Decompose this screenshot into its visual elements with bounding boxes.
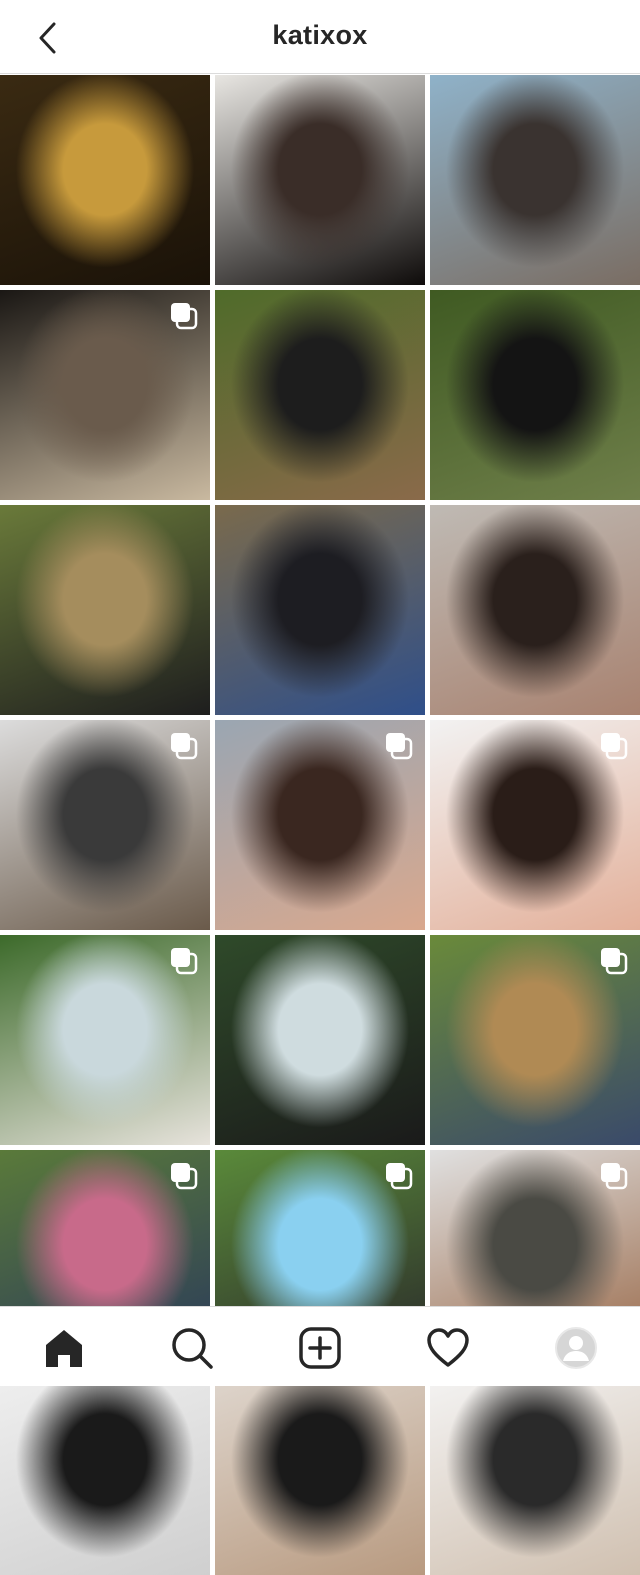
search-icon — [172, 1328, 213, 1369]
carousel-icon — [171, 948, 198, 975]
post-garden-swing[interactable] — [430, 935, 640, 1145]
carousel-icon — [171, 1163, 198, 1190]
carousel-icon — [601, 948, 628, 975]
post-night-beach-blanket[interactable] — [0, 290, 210, 500]
post-forest-pink-beanie[interactable] — [215, 290, 425, 500]
post-hot-tub-sunglasses[interactable] — [0, 935, 210, 1145]
post-sofa-blanket[interactable] — [0, 720, 210, 930]
nav-activity-button[interactable] — [425, 1325, 471, 1371]
nav-home-button[interactable] — [41, 1325, 87, 1371]
carousel-icon — [171, 733, 198, 760]
post-woodland-path[interactable] — [0, 505, 210, 715]
profile-avatar-icon — [555, 1327, 597, 1369]
post-forest-hands-on-head[interactable] — [430, 290, 640, 500]
carousel-icon — [601, 1163, 628, 1190]
top-bar: katixox — [0, 0, 640, 74]
post-christmas-tree[interactable] — [0, 75, 210, 285]
profile-username-title: katixox — [272, 20, 368, 50]
home-icon — [46, 1330, 82, 1367]
carousel-icon — [171, 303, 198, 330]
nav-search-button[interactable] — [169, 1325, 215, 1371]
bottom-navigation — [0, 1306, 640, 1386]
post-partial-row-3[interactable] — [430, 1365, 640, 1575]
post-hot-tub-glass[interactable] — [215, 935, 425, 1145]
post-portrait-dark-hair[interactable] — [215, 75, 425, 285]
carousel-icon — [386, 733, 413, 760]
post-mirror-tattoo[interactable] — [430, 505, 640, 715]
post-selfie-smile[interactable] — [215, 720, 425, 930]
post-sitting-jeans[interactable] — [215, 505, 425, 715]
add-post-icon — [299, 1327, 341, 1369]
post-partial-row-2[interactable] — [215, 1365, 425, 1575]
post-partial-row-1[interactable] — [0, 1365, 210, 1575]
carousel-icon — [386, 1163, 413, 1190]
nav-profile-button[interactable] — [553, 1325, 599, 1371]
post-selfie-wink[interactable] — [430, 720, 640, 930]
post-beach-rocks[interactable] — [430, 75, 640, 285]
carousel-icon — [601, 733, 628, 760]
nav-create-button[interactable] — [297, 1325, 343, 1371]
heart-icon — [427, 1328, 469, 1367]
